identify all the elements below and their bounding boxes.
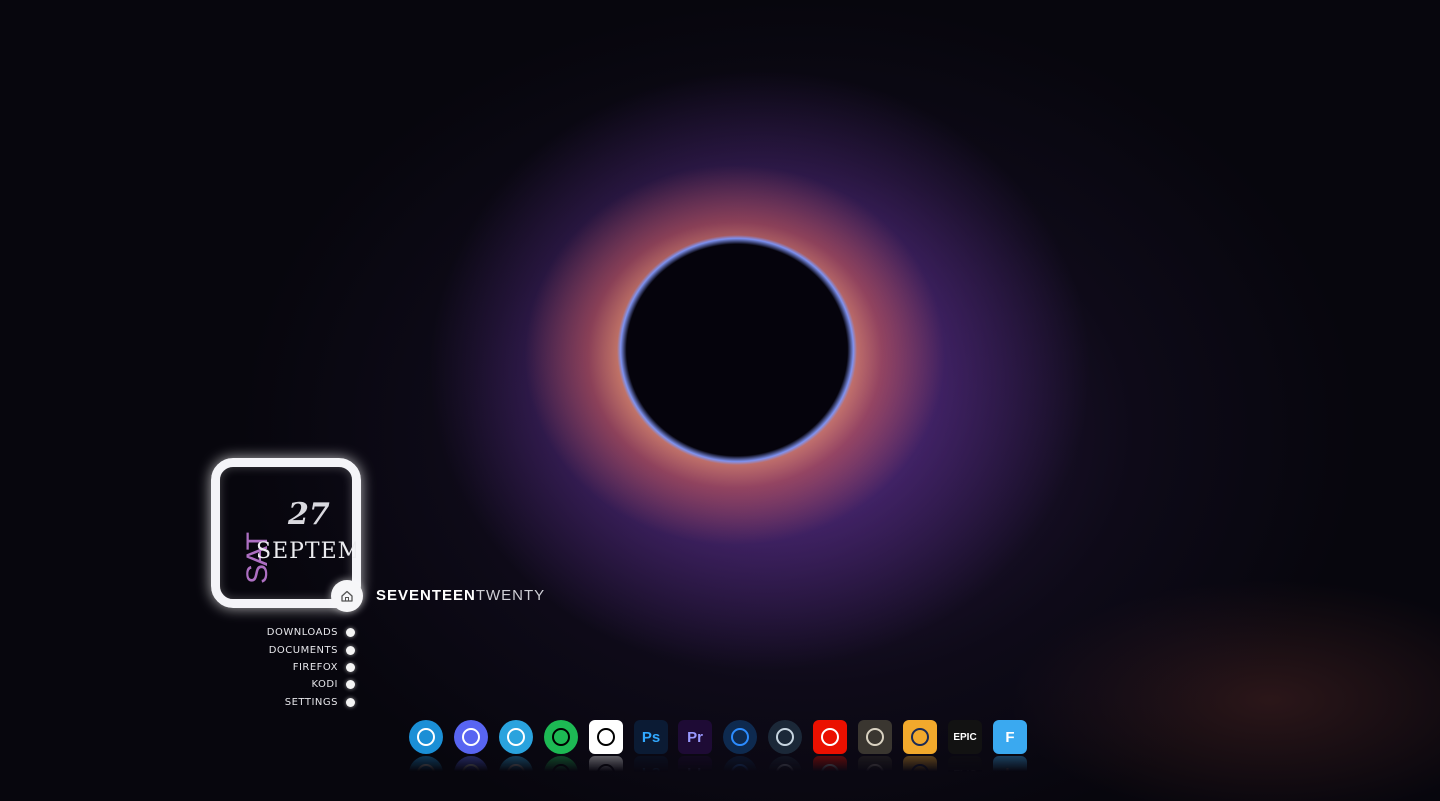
shortcut-list: DOWNLOADS DOCUMENTS FIREFOX KODI SETTING… xyxy=(230,624,355,711)
shortcut-documents[interactable]: DOCUMENTS xyxy=(230,641,355,658)
edge-icon xyxy=(417,728,435,746)
shortcut-settings[interactable]: SETTINGS xyxy=(230,694,355,711)
shortcut-label: DOWNLOADS xyxy=(266,627,338,639)
epic-games-icon: EPIC xyxy=(953,731,977,743)
desktop-wallpaper xyxy=(0,0,1440,801)
time-hour-text: SEVENTEEN xyxy=(376,587,476,604)
time-display: SEVENTEENTWENTY xyxy=(376,587,545,604)
teamviewer-icon xyxy=(731,728,749,746)
adobe-icon xyxy=(821,728,839,746)
dock-app-files[interactable]: F xyxy=(993,720,1027,754)
shortcut-label: KODI xyxy=(311,679,338,691)
spotify-icon xyxy=(552,728,570,746)
photoshop-icon: Ps xyxy=(641,728,661,746)
bullet-icon xyxy=(346,680,355,690)
shortcut-label: SETTINGS xyxy=(284,696,338,708)
dock-app-counter-strike[interactable] xyxy=(903,720,937,754)
bullet-icon xyxy=(346,697,355,707)
dock-app-edge[interactable] xyxy=(409,720,443,754)
dock-app-discord[interactable] xyxy=(454,720,488,754)
home-button[interactable] xyxy=(331,580,363,612)
discord-icon xyxy=(462,728,480,746)
dock-app-steam[interactable] xyxy=(768,720,802,754)
bullet-icon xyxy=(346,662,355,672)
shortcut-downloads[interactable]: DOWNLOADS xyxy=(230,624,355,641)
counter-strike-icon xyxy=(911,728,929,746)
day-of-week: SAT xyxy=(241,533,274,584)
day-number: 27 xyxy=(288,497,330,532)
home-icon xyxy=(341,590,353,602)
steam-icon xyxy=(776,728,794,746)
month-name: SEPTEMBER xyxy=(256,539,356,564)
dock-app-spotify[interactable] xyxy=(544,720,578,754)
shortcut-kodi[interactable]: KODI xyxy=(230,676,355,693)
capcut-icon xyxy=(597,728,615,746)
bullet-icon xyxy=(346,628,355,638)
dock-app-telegram[interactable] xyxy=(499,720,533,754)
pubg-icon xyxy=(866,728,884,746)
dock-app-pubg[interactable] xyxy=(858,720,892,754)
shortcut-firefox[interactable]: FIREFOX xyxy=(230,659,355,676)
bullet-icon xyxy=(346,645,355,655)
dock-app-teamviewer[interactable] xyxy=(723,720,757,754)
dock-app-photoshop[interactable]: Ps xyxy=(634,720,668,754)
dock-app-epic-games[interactable]: EPIC xyxy=(948,720,982,754)
shortcut-label: FIREFOX xyxy=(292,661,338,673)
dock-app-capcut[interactable] xyxy=(589,720,623,754)
dock-app-premiere[interactable]: Pr xyxy=(678,720,712,754)
telegram-icon xyxy=(507,728,525,746)
files-icon: F xyxy=(1005,728,1015,746)
dock-app-adobe[interactable] xyxy=(813,720,847,754)
premiere-icon: Pr xyxy=(687,728,703,746)
time-minute-text: TWENTY xyxy=(475,587,546,604)
shortcut-label: DOCUMENTS xyxy=(268,644,338,656)
